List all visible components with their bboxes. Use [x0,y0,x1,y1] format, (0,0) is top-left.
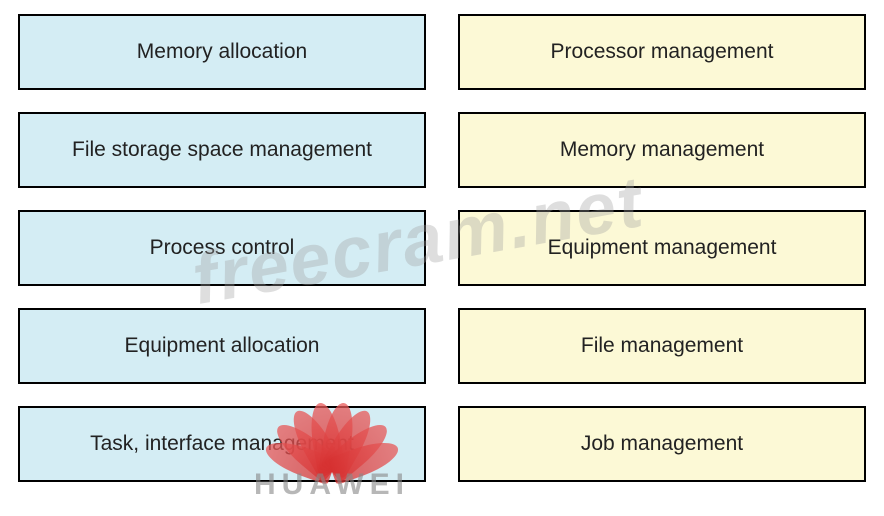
right-box-5: Job management [458,406,866,482]
right-box-3: Equipment management [458,210,866,286]
left-box-5: Task, interface management [18,406,426,482]
left-box-3: Process control [18,210,426,286]
right-label-4: File management [581,334,743,358]
left-box-4: Equipment allocation [18,308,426,384]
left-label-2: File storage space management [72,138,372,162]
left-box-2: File storage space management [18,112,426,188]
right-label-1: Processor management [551,40,774,64]
right-label-3: Equipment management [548,236,777,260]
diagram-container: Memory allocation File storage space man… [0,0,884,496]
left-box-1: Memory allocation [18,14,426,90]
left-label-3: Process control [150,236,295,260]
right-box-4: File management [458,308,866,384]
right-box-1: Processor management [458,14,866,90]
left-label-4: Equipment allocation [125,334,320,358]
right-label-5: Job management [581,432,743,456]
left-label-5: Task, interface management [90,432,354,456]
right-column: Processor management Memory management E… [458,14,866,482]
left-column: Memory allocation File storage space man… [18,14,426,482]
right-box-2: Memory management [458,112,866,188]
left-label-1: Memory allocation [137,40,307,64]
right-label-2: Memory management [560,138,764,162]
